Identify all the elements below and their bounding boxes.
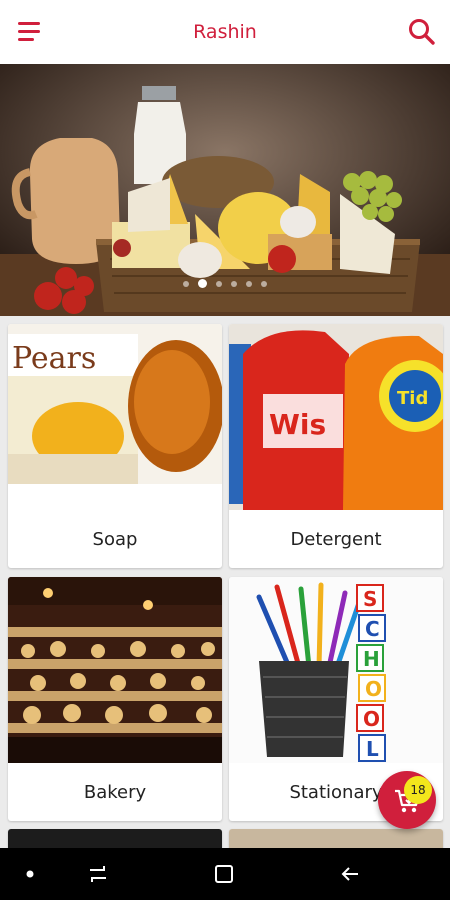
hamburger-menu-icon[interactable] (18, 22, 44, 44)
svg-text:O: O (365, 677, 382, 701)
category-label: Soap (92, 528, 138, 550)
app-bar: Rashin (0, 0, 450, 64)
stationary-image: S C H O O L (229, 577, 443, 763)
category-label: Detergent (290, 528, 382, 550)
carousel-dot[interactable] (261, 280, 267, 287)
svg-text:C: C (365, 617, 380, 641)
system-navigation-bar (0, 848, 450, 900)
category-grid: Pears Soap Wis Tid Detergent Bakery S C … (0, 316, 450, 848)
svg-text:O: O (363, 707, 380, 731)
category-label: Bakery (83, 781, 147, 803)
carousel-indicator (0, 279, 450, 288)
svg-text:Pears: Pears (12, 341, 96, 376)
carousel-dot[interactable] (183, 280, 189, 287)
category-image-partial (229, 829, 443, 848)
carousel-dot-active[interactable] (198, 279, 207, 288)
carousel-dot[interactable] (246, 280, 252, 287)
promo-banner-carousel[interactable] (0, 64, 450, 316)
category-card-bakery[interactable]: Bakery (8, 577, 222, 821)
svg-text:S: S (363, 587, 377, 611)
banner-food-image (0, 64, 450, 316)
svg-text:L: L (366, 737, 379, 761)
bakery-image (8, 577, 222, 763)
app-title: Rashin (193, 21, 257, 43)
search-icon[interactable] (406, 16, 438, 48)
category-card-partial[interactable] (8, 829, 222, 848)
svg-text:Wis: Wis (269, 408, 326, 441)
dot-icon[interactable] (0, 848, 60, 900)
soap-image: Pears (8, 324, 222, 510)
svg-text:H: H (363, 647, 380, 671)
svg-text:Tid: Tid (397, 388, 428, 409)
home-square-icon[interactable] (194, 848, 254, 900)
category-card-partial[interactable] (229, 829, 443, 848)
category-card-soap[interactable]: Pears Soap (8, 324, 222, 568)
category-card-detergent[interactable]: Wis Tid Detergent (229, 324, 443, 568)
back-icon[interactable] (320, 848, 380, 900)
carousel-dot[interactable] (216, 280, 222, 287)
cart-count-badge: 18 (404, 776, 432, 804)
recents-icon[interactable] (68, 848, 128, 900)
detergent-image: Wis Tid (229, 324, 443, 510)
carousel-dot[interactable] (231, 280, 237, 287)
category-image-partial (8, 829, 222, 848)
